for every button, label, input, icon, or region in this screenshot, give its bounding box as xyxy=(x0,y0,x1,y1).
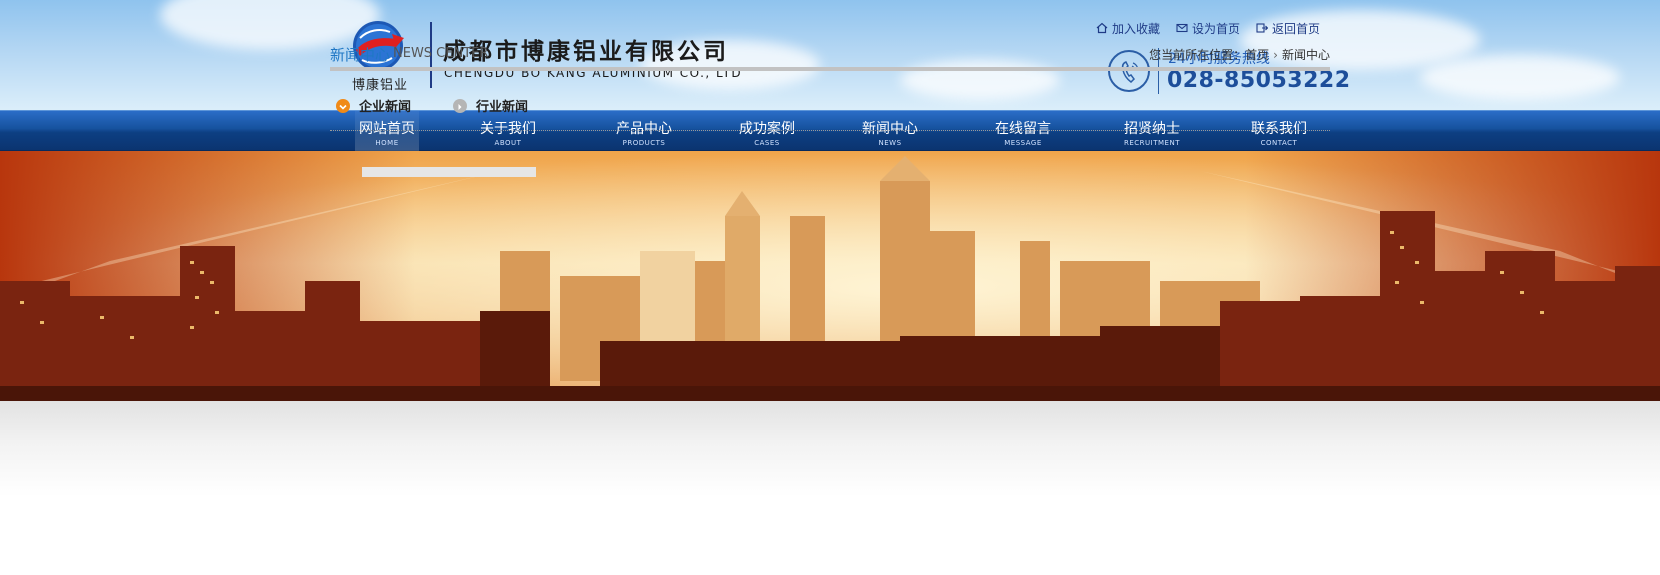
nav-item-contact[interactable]: 联系我们 CONTACT xyxy=(1247,111,1311,151)
set-homepage-link[interactable]: 设为首页 xyxy=(1176,19,1240,37)
breadcrumb-home-link[interactable]: 首页 xyxy=(1245,48,1269,62)
breadcrumb-current: 新闻中心 xyxy=(1281,48,1330,62)
cloud-decoration xyxy=(1420,55,1620,100)
logo-text: 博康铝业 xyxy=(351,78,408,93)
mail-icon xyxy=(1176,23,1188,33)
nav-label-cn: 在线留言 xyxy=(995,121,1051,137)
return-home-label: 返回首页 xyxy=(1272,21,1321,36)
nav-label-en: PRODUCTS xyxy=(622,139,666,147)
nav-label-cn: 网站首页 xyxy=(359,121,415,137)
nav-label-en: CONTACT xyxy=(1260,139,1298,147)
nav-item-message[interactable]: 在线留言 MESSAGE xyxy=(991,111,1055,151)
breadcrumb-prefix: 您当前所在位置： xyxy=(1149,48,1246,62)
tab-company-news[interactable]: 企业新闻 xyxy=(336,96,411,115)
nav-item-home[interactable]: 网站首页 HOME xyxy=(355,111,419,151)
nav-item-recruitment[interactable]: 招贤纳士 RECRUITMENT xyxy=(1118,111,1186,151)
nav-item-cases[interactable]: 成功案例 CASES xyxy=(735,111,799,151)
content-area xyxy=(0,401,1660,575)
dotted-divider xyxy=(330,130,1330,131)
nav-item-about[interactable]: 关于我们 ABOUT xyxy=(476,111,540,151)
section-title-cn: 新闻中心 xyxy=(330,46,391,64)
top-links: 加入收藏 设为首页 返回首页 xyxy=(1096,19,1320,37)
add-favorite-link[interactable]: 加入收藏 xyxy=(1096,19,1160,37)
city-skyline-banner xyxy=(0,151,1660,401)
section-title-en: NEWS CENTER xyxy=(393,46,489,61)
add-favorite-label: 加入收藏 xyxy=(1112,21,1161,36)
tab-label: 企业新闻 xyxy=(359,100,412,115)
nav-label-cn: 联系我们 xyxy=(1251,121,1307,137)
nav-label-cn: 招贤纳士 xyxy=(1124,121,1180,137)
nav-label-cn: 产品中心 xyxy=(616,121,672,137)
nav-label-en: RECRUITMENT xyxy=(1124,139,1180,147)
return-home-link[interactable]: 返回首页 xyxy=(1256,19,1320,37)
nav-label-en: ABOUT xyxy=(494,139,522,147)
orange-arrow-icon xyxy=(336,98,350,113)
nav-label-cn: 新闻中心 xyxy=(862,121,918,137)
gray-arrow-icon xyxy=(453,98,467,113)
nav-item-news[interactable]: 新闻中心 NEWS xyxy=(858,111,922,151)
tab-industry-news[interactable]: 行业新闻 xyxy=(453,96,528,115)
nav-label-en: CASES xyxy=(754,139,780,147)
home-icon xyxy=(1096,22,1108,34)
nav-label-cn: 关于我们 xyxy=(480,121,536,137)
nav-label-en: MESSAGE xyxy=(1004,139,1042,147)
nav-label-en: HOME xyxy=(375,139,399,147)
chevron-right-icon: › xyxy=(1273,48,1278,62)
nav-label-en: NEWS xyxy=(878,139,902,147)
tab-label: 行业新闻 xyxy=(476,100,529,115)
news-thumbnail[interactable] xyxy=(362,167,536,177)
nav-label-cn: 成功案例 xyxy=(739,121,795,137)
section-divider xyxy=(330,67,1330,71)
breadcrumb: 您当前所在位置：首页 › 新闻中心 xyxy=(1149,46,1330,63)
nav-item-products[interactable]: 产品中心 PRODUCTS xyxy=(612,111,676,151)
skyline-image xyxy=(0,151,1660,401)
set-homepage-label: 设为首页 xyxy=(1192,21,1241,36)
return-icon xyxy=(1256,23,1269,33)
